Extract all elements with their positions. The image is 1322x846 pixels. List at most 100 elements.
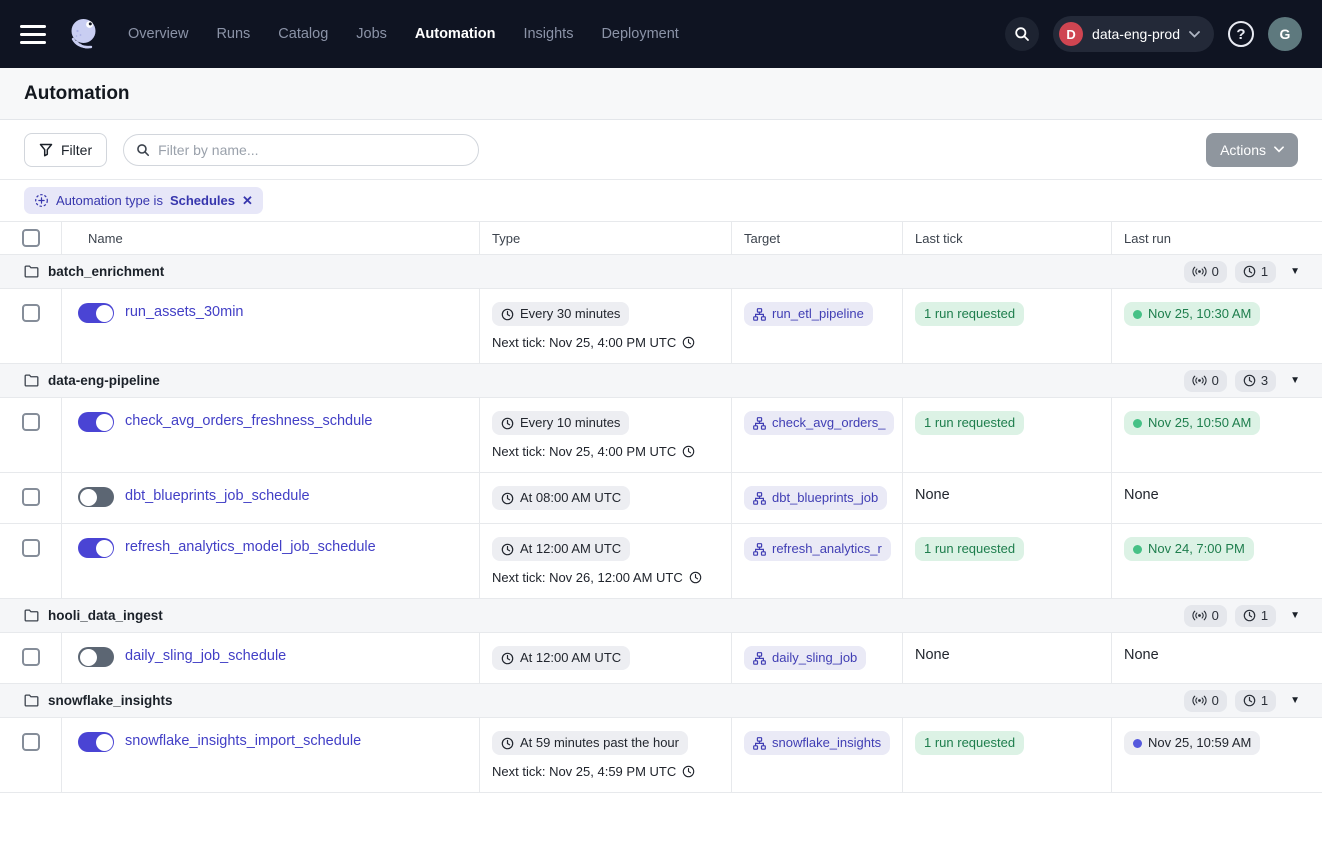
last-tick-pill: 1 run requested [915,411,1024,435]
last-run-pill-label: Nov 25, 10:59 AM [1148,735,1251,751]
schedule-type-pill: At 59 minutes past the hour [492,731,688,755]
dagster-logo[interactable] [64,14,104,54]
target-pill[interactable]: run_etl_pipeline [744,302,873,326]
nav-item-deployment[interactable]: Deployment [601,26,678,42]
expand-group-caret-icon[interactable]: ▼ [1290,375,1300,386]
nav-item-overview[interactable]: Overview [128,26,188,42]
hamburger-menu-icon[interactable] [20,25,46,44]
user-avatar[interactable]: G [1268,17,1302,51]
row-checkbox[interactable] [22,539,40,557]
nav-item-catalog[interactable]: Catalog [278,26,328,42]
schedule-row: snowflake_insights_import_schedule At 59… [0,718,1322,793]
group-row: data-eng-pipeline 0 3 ▼ [0,364,1322,398]
sensor-icon [1192,695,1207,706]
target-label: snowflake_insights [772,735,881,751]
name-filter-input[interactable] [158,142,466,158]
clock-icon [682,765,695,778]
enabled-toggle[interactable] [78,647,114,667]
filter-button[interactable]: Filter [24,133,107,167]
last-tick-cell: 1 run requested [903,398,1112,472]
automation-target-icon [34,193,49,208]
group-name: snowflake_insights [48,693,173,708]
last-tick-pill: 1 run requested [915,731,1024,755]
last-tick-pill: 1 run requested [915,537,1024,561]
actions-button[interactable]: Actions [1206,133,1298,167]
remove-filter-icon[interactable]: ✕ [242,193,253,209]
last-run-cell: Nov 25, 10:59 AM [1112,718,1322,792]
clock-icon [682,445,695,458]
nav-item-runs[interactable]: Runs [216,26,250,42]
target-pill[interactable]: check_avg_orders_ [744,411,894,435]
expand-group-caret-icon[interactable]: ▼ [1290,695,1300,706]
expand-group-caret-icon[interactable]: ▼ [1290,266,1300,277]
schedule-row: run_assets_30min Every 30 minutes Next t… [0,289,1322,364]
actions-button-label: Actions [1220,142,1266,158]
nav-item-jobs[interactable]: Jobs [356,26,387,42]
filter-chip-automation-type[interactable]: Automation type is Schedules ✕ [24,187,263,214]
last-tick-pill-label: 1 run requested [924,541,1015,557]
nav-item-automation[interactable]: Automation [415,26,496,42]
target-pill[interactable]: refresh_analytics_r [744,537,891,561]
deployment-badge: D [1059,22,1083,46]
clock-icon [682,336,695,349]
job-graph-icon [753,737,766,750]
row-checkbox[interactable] [22,733,40,751]
status-dot [1133,545,1142,554]
help-icon[interactable]: ? [1228,21,1254,47]
clock-icon [1243,374,1256,387]
last-tick-cell: 1 run requested [903,718,1112,792]
row-checkbox[interactable] [22,304,40,322]
enabled-toggle[interactable] [78,732,114,752]
group-row: hooli_data_ingest 0 1 ▼ [0,599,1322,633]
target-pill[interactable]: daily_sling_job [744,646,866,670]
enabled-toggle[interactable] [78,303,114,323]
schedule-name-link[interactable]: run_assets_30min [125,304,244,320]
row-checkbox[interactable] [22,648,40,666]
schedule-count-badge: 1 [1235,690,1276,712]
target-label: check_avg_orders_ [772,415,885,431]
last-tick-cell: 1 run requested [903,289,1112,363]
clock-icon [1243,694,1256,707]
group-row: snowflake_insights 0 1 ▼ [0,684,1322,718]
row-checkbox[interactable] [22,488,40,506]
group-schedule-count: 3 [1261,373,1268,388]
row-checkbox[interactable] [22,413,40,431]
next-tick: Next tick: Nov 25, 4:59 PM UTC [492,764,719,779]
enabled-toggle[interactable] [78,412,114,432]
target-pill[interactable]: snowflake_insights [744,731,890,755]
enabled-toggle[interactable] [78,487,114,507]
schedule-name-link[interactable]: refresh_analytics_model_job_schedule [125,539,376,555]
folder-icon [24,694,39,707]
schedule-name-link[interactable]: daily_sling_job_schedule [125,648,286,664]
schedule-name-link[interactable]: check_avg_orders_freshness_schdule [125,413,372,429]
status-dot [1133,419,1142,428]
last-run-cell: None [1112,473,1322,523]
last-run-cell: None [1112,633,1322,683]
last-tick-cell: None [903,473,1112,523]
schedule-type-label: At 59 minutes past the hour [520,735,679,751]
target-pill[interactable]: dbt_blueprints_job [744,486,887,510]
expand-group-caret-icon[interactable]: ▼ [1290,610,1300,621]
last-run-pill[interactable]: Nov 25, 10:30 AM [1124,302,1260,326]
deployment-switcher[interactable]: D data-eng-prod [1053,16,1214,52]
select-all-checkbox[interactable] [22,229,40,247]
schedule-name-link[interactable]: snowflake_insights_import_schedule [125,733,361,749]
last-tick-none: None [915,647,950,663]
enabled-toggle[interactable] [78,538,114,558]
next-tick-text: Next tick: Nov 26, 12:00 AM UTC [492,570,683,585]
sensor-count-badge: 0 [1184,690,1227,712]
clock-icon [501,417,514,430]
target-label: daily_sling_job [772,650,857,666]
chevron-down-icon [1274,146,1284,153]
schedule-type-pill: At 08:00 AM UTC [492,486,630,510]
next-tick-text: Next tick: Nov 25, 4:00 PM UTC [492,335,676,350]
folder-icon [24,374,39,387]
schedule-name-link[interactable]: dbt_blueprints_job_schedule [125,488,310,504]
last-run-pill[interactable]: Nov 25, 10:59 AM [1124,731,1260,755]
job-graph-icon [753,543,766,556]
search-icon[interactable] [1005,17,1039,51]
last-run-pill[interactable]: Nov 25, 10:50 AM [1124,411,1260,435]
clock-icon [501,737,514,750]
last-run-pill[interactable]: Nov 24, 7:00 PM [1124,537,1254,561]
nav-item-insights[interactable]: Insights [523,26,573,42]
